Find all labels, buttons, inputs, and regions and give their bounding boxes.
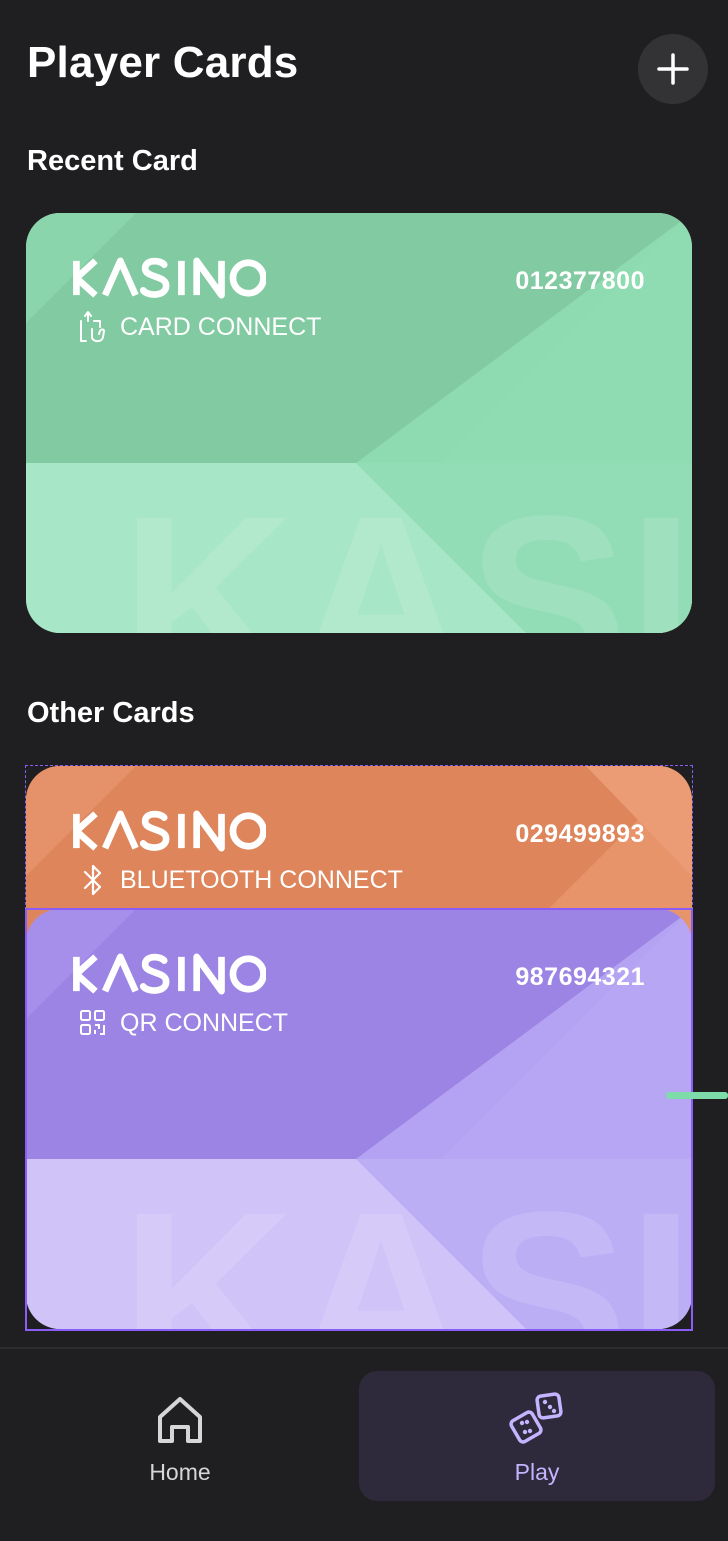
- connect-label: QR CONNECT: [120, 1008, 289, 1037]
- nav-play[interactable]: Play: [359, 1371, 715, 1501]
- svg-text:KASIN: KASIN: [121, 1162, 692, 1329]
- nav-play-label: Play: [514, 1458, 560, 1485]
- card-connect-option[interactable]: CARD CONNECT: [78, 309, 321, 345]
- nav-home[interactable]: Home: [0, 1371, 360, 1501]
- card-number: 987694321: [515, 963, 645, 991]
- nav-divider: [0, 1347, 728, 1349]
- svg-text:KASIN: KASIN: [121, 466, 692, 633]
- player-card-qr[interactable]: KASIN 987694321 QR CONNECT: [26, 909, 692, 1329]
- dice-icon: [509, 1391, 563, 1444]
- connect-label: BLUETOOTH CONNECT: [120, 865, 403, 894]
- kasino-logo: [72, 810, 266, 852]
- tap-card-icon: [80, 311, 105, 343]
- qr-code-icon: [80, 1010, 105, 1035]
- card-number: 029499893: [515, 820, 645, 848]
- home-icon: [158, 1396, 202, 1443]
- add-card-button[interactable]: [638, 34, 708, 104]
- drag-handle[interactable]: [666, 1092, 728, 1099]
- card-number: 012377800: [515, 267, 645, 295]
- kasino-logo: [72, 257, 266, 299]
- bluetooth-connect-option[interactable]: BLUETOOTH CONNECT: [78, 862, 403, 898]
- nav-home-label: Home: [149, 1458, 211, 1485]
- other-cards-heading: Other Cards: [27, 697, 195, 729]
- plus-icon: [657, 53, 689, 85]
- kasino-logo: [72, 953, 266, 995]
- player-card-recent[interactable]: KASIN 012377800 CARD CONNECT: [26, 213, 692, 633]
- qr-connect-option[interactable]: QR CONNECT: [78, 1005, 288, 1041]
- page-title: Player Cards: [27, 38, 299, 87]
- connect-label: CARD CONNECT: [120, 312, 322, 341]
- bluetooth-icon: [83, 864, 102, 896]
- recent-card-heading: Recent Card: [27, 145, 198, 177]
